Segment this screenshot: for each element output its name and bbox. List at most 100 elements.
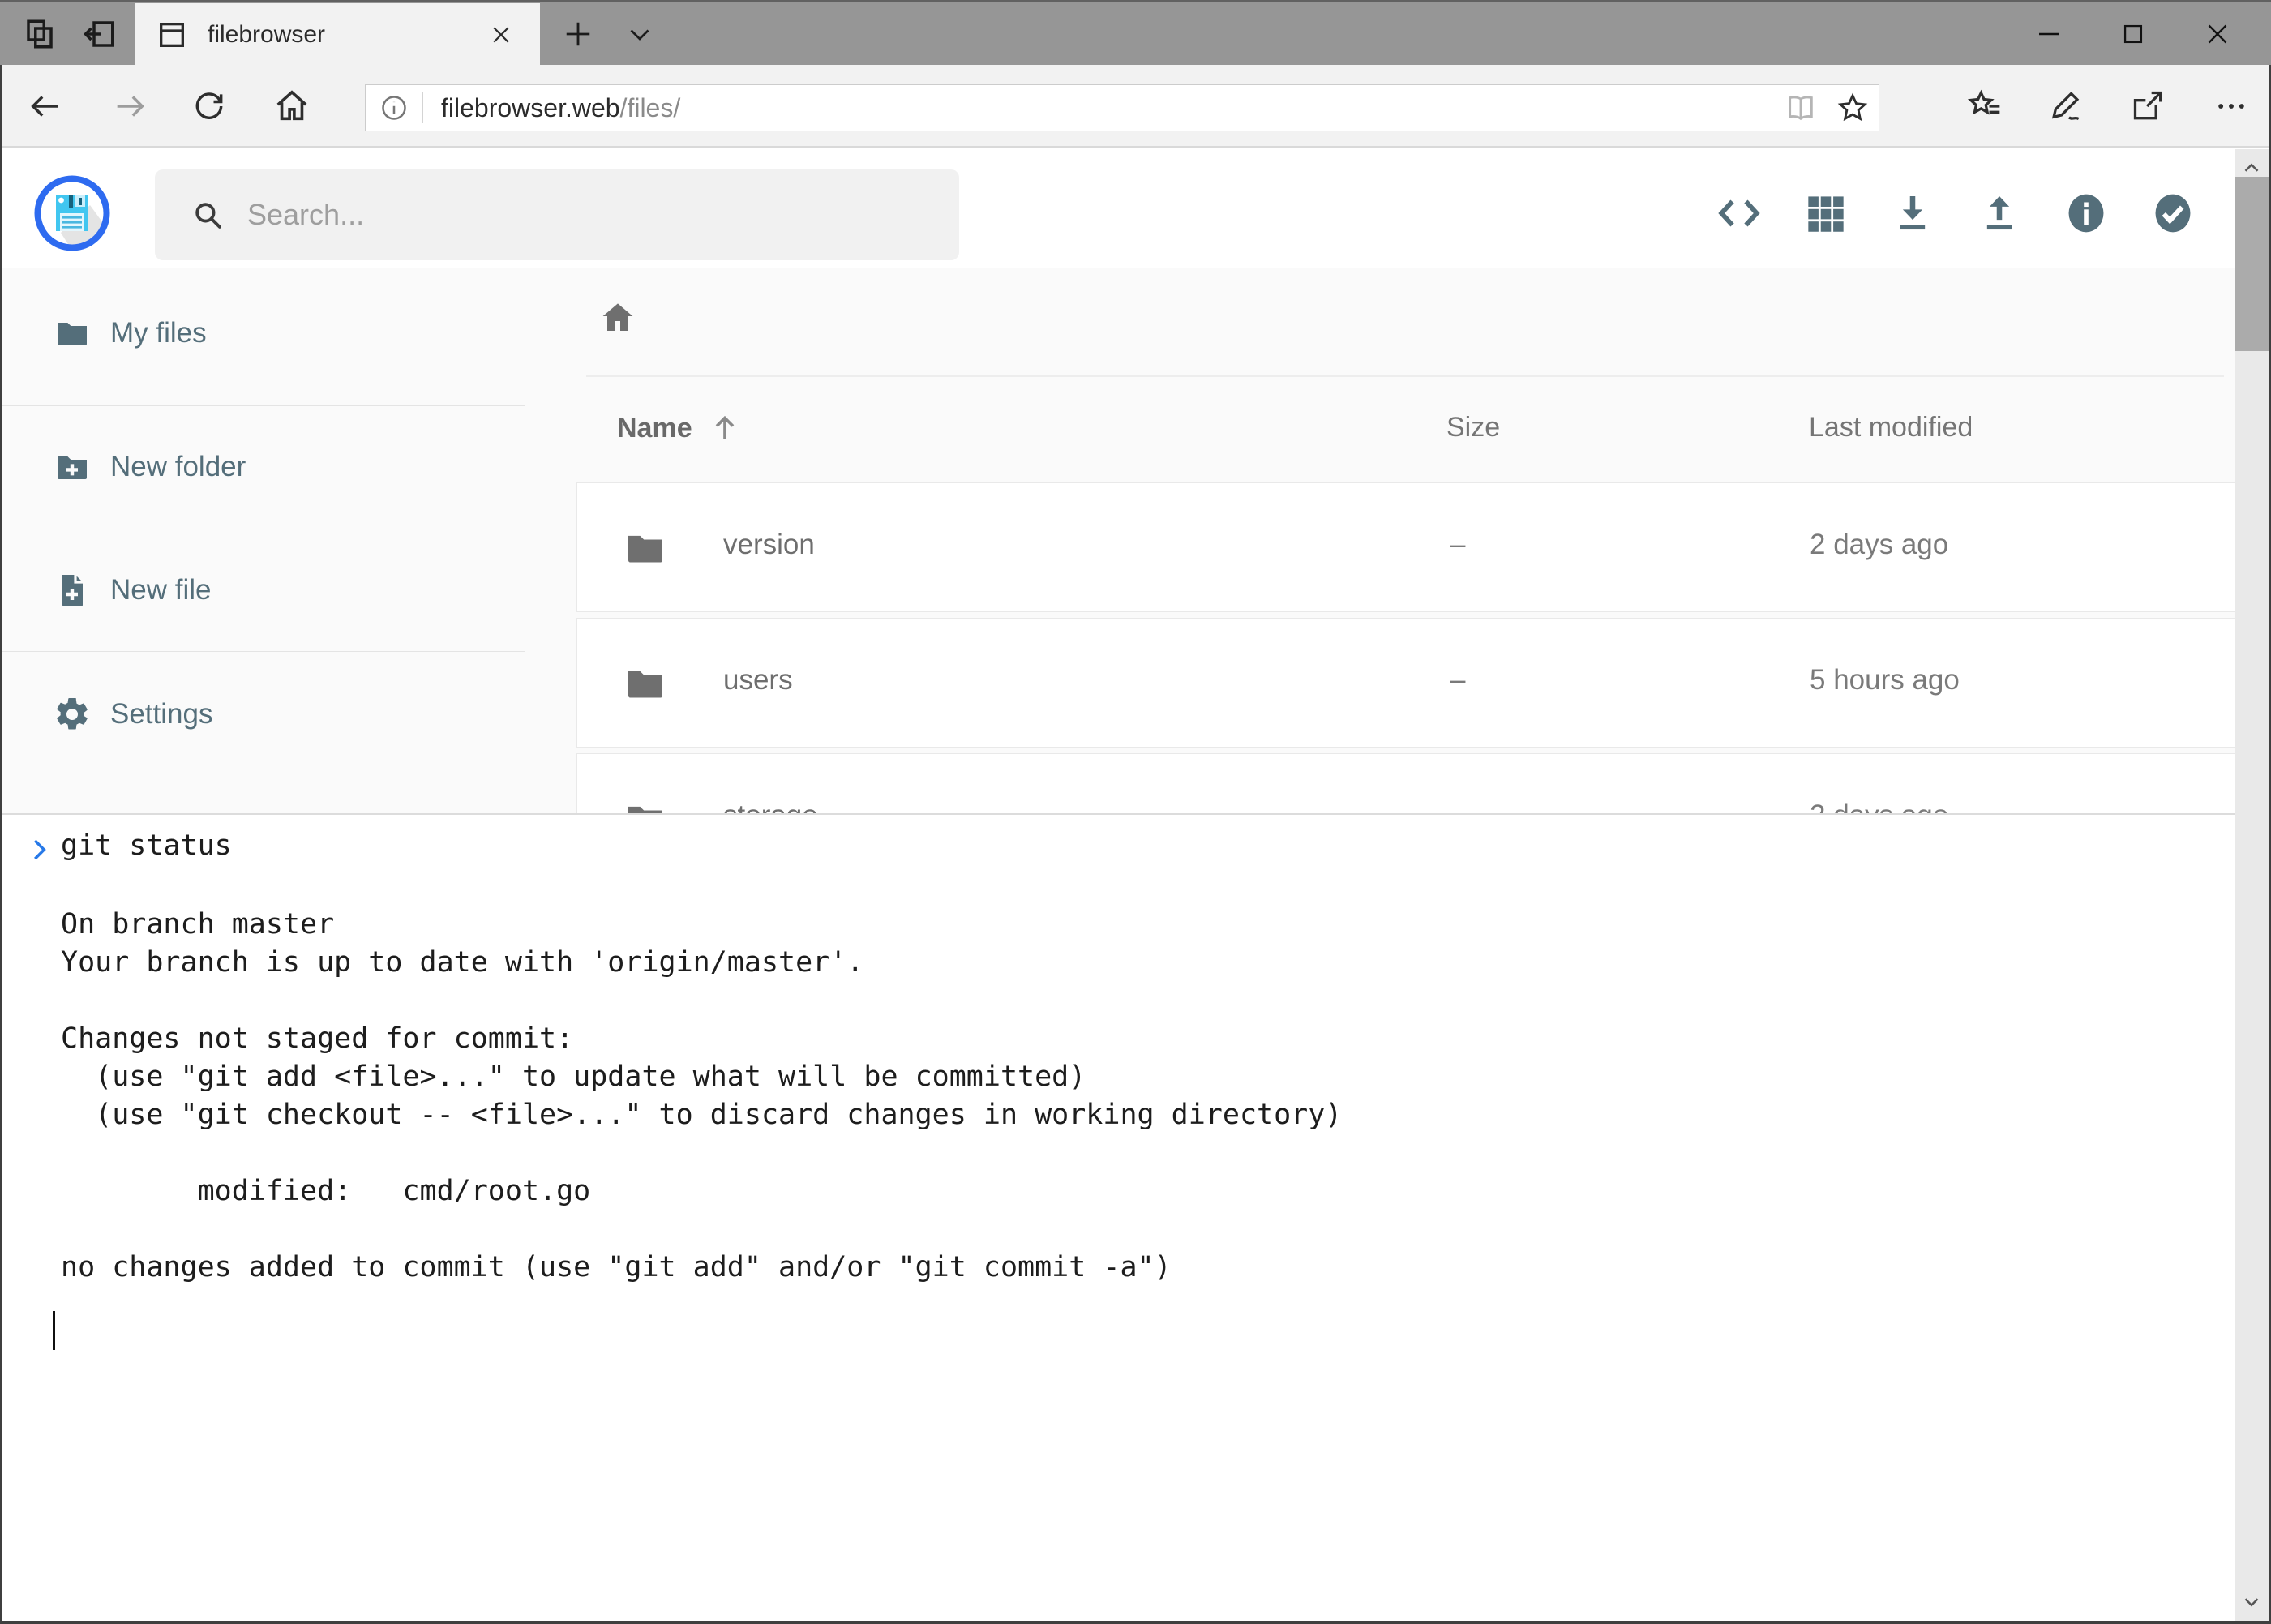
window-frame-left <box>0 65 2 1624</box>
terminal-line <box>61 1134 2203 1172</box>
sidebar-item-label: My files <box>110 317 207 349</box>
raw-code-icon[interactable] <box>1713 187 1765 239</box>
set-tabs-aside-icon[interactable] <box>11 2 68 66</box>
upload-icon[interactable] <box>1973 187 2025 239</box>
window-frame-bottom <box>0 1621 2271 1624</box>
sidebar-item-label: Settings <box>110 698 212 731</box>
column-header-modified[interactable]: Last modified <box>1809 412 1973 443</box>
search-input[interactable] <box>247 198 959 232</box>
url-host: filebrowser.web <box>441 93 620 122</box>
reading-view-icon <box>1775 92 1827 124</box>
browser-navbar: filebrowser.web/files/ <box>0 65 2271 148</box>
share-icon[interactable] <box>2124 82 2173 131</box>
minimize-button[interactable] <box>2007 2 2091 66</box>
tab-close-icon[interactable] <box>483 17 519 53</box>
address-separator <box>422 92 423 123</box>
file-modified: 2 days ago <box>1810 799 1948 813</box>
file-size: – <box>1450 529 1465 561</box>
site-info-icon[interactable] <box>366 93 422 122</box>
file-size: – <box>1450 799 1465 813</box>
tab-preview-icon[interactable] <box>71 2 128 66</box>
file-modified: 2 days ago <box>1810 529 1948 561</box>
home-icon[interactable] <box>268 82 316 131</box>
search-icon <box>191 198 225 232</box>
back-icon[interactable] <box>21 82 70 131</box>
folder-icon <box>623 796 668 813</box>
address-bar[interactable]: filebrowser.web/files/ <box>365 84 1879 131</box>
refresh-icon[interactable] <box>185 82 234 131</box>
terminal-line: modified: cmd/root.go <box>61 1172 2203 1211</box>
browser-tab[interactable]: filebrowser <box>135 3 540 66</box>
maximize-button[interactable] <box>2091 2 2175 66</box>
folder-icon <box>53 314 92 353</box>
sidebar-item-my-files[interactable]: My files <box>2 296 525 371</box>
sidebar-divider <box>2 405 525 406</box>
download-icon[interactable] <box>1887 187 1939 239</box>
forward-icon <box>105 82 154 131</box>
tab-title: filebrowser <box>208 21 464 49</box>
grid-view-icon[interactable] <box>1800 187 1852 239</box>
close-window-button[interactable] <box>2175 2 2260 66</box>
terminal-line: Your branch is up to date with 'origin/m… <box>61 944 2203 982</box>
terminal-line: (use "git add <file>..." to update what … <box>61 1058 2203 1096</box>
browser-window: filebrowser <box>0 0 2271 1624</box>
page-scrollbar[interactable] <box>2235 149 2269 1621</box>
column-header-size[interactable]: Size <box>1446 412 1500 443</box>
terminal-command: git status <box>61 829 232 862</box>
scrollbar-thumb[interactable] <box>2235 177 2269 351</box>
prompt-chevron-icon <box>24 834 54 865</box>
breadcrumb-divider <box>586 375 2224 377</box>
sidebar-item-new-folder[interactable]: New folder <box>2 430 525 504</box>
titlebar: filebrowser <box>0 0 2271 65</box>
sidebar-item-settings[interactable]: Settings <box>2 677 525 752</box>
table-row-version[interactable]: version – 2 days ago <box>576 482 2260 612</box>
sidebar-item-label: New folder <box>110 451 246 483</box>
column-header-name[interactable]: Name <box>617 412 741 444</box>
sidebar-item-new-file[interactable]: New file <box>2 553 525 628</box>
table-row-users[interactable]: users – 5 hours ago <box>576 618 2260 748</box>
settings-more-icon[interactable] <box>2207 82 2256 131</box>
page-icon <box>156 19 188 51</box>
new-tab-icon[interactable] <box>551 2 605 66</box>
file-plus-icon <box>53 571 92 610</box>
search-box[interactable] <box>155 169 959 260</box>
terminal-panel[interactable]: git status On branch master Your branch … <box>2 813 2235 1621</box>
sort-up-icon <box>709 412 741 444</box>
sidebar-item-label: New file <box>110 574 211 606</box>
terminal-line: On branch master <box>61 906 2203 944</box>
file-name: users <box>723 664 793 696</box>
file-listing: Name Size Last modified version – 2 days… <box>525 268 2269 813</box>
url-text: filebrowser.web/files/ <box>441 93 1775 123</box>
web-notes-pen-icon[interactable] <box>2043 82 2092 131</box>
filebrowser-header <box>2 148 2269 268</box>
sidebar: My files New folder New file Sett <box>2 268 525 813</box>
terminal-line: no changes added to commit (use "git add… <box>61 1249 2203 1287</box>
folder-plus-icon <box>53 448 92 486</box>
filebrowser-content: My files New folder New file Sett <box>2 268 2269 813</box>
hub-favorites-icon[interactable] <box>1960 82 2009 131</box>
file-size: – <box>1450 664 1465 696</box>
folder-icon <box>623 661 668 706</box>
sidebar-divider <box>2 651 525 652</box>
terminal-line: (use "git checkout -- <file>..." to disc… <box>61 1096 2203 1134</box>
file-name: version <box>723 529 815 561</box>
file-name: storage <box>723 799 818 813</box>
terminal-line: Changes not staged for commit: <box>61 1020 2203 1058</box>
terminal-line <box>61 982 2203 1020</box>
gear-icon <box>53 695 92 734</box>
info-icon[interactable] <box>2060 187 2112 239</box>
terminal-cursor <box>53 1311 55 1350</box>
scroll-down-icon[interactable] <box>2235 1585 2269 1619</box>
tab-list-chevron-icon[interactable] <box>613 2 666 66</box>
column-label: Name <box>617 413 692 444</box>
breadcrumb-home-icon[interactable] <box>598 298 637 337</box>
add-favorite-star-icon[interactable] <box>1827 92 1879 124</box>
url-path: /files/ <box>620 93 681 122</box>
table-row-storage[interactable]: storage – 2 days ago <box>576 753 2260 813</box>
file-modified: 5 hours ago <box>1810 664 1960 696</box>
terminal-output: On branch master Your branch is up to da… <box>61 906 2203 1287</box>
folder-icon <box>623 525 668 571</box>
terminal-line <box>61 1211 2203 1249</box>
select-check-icon[interactable] <box>2147 187 2199 239</box>
filebrowser-logo[interactable] <box>33 174 111 252</box>
